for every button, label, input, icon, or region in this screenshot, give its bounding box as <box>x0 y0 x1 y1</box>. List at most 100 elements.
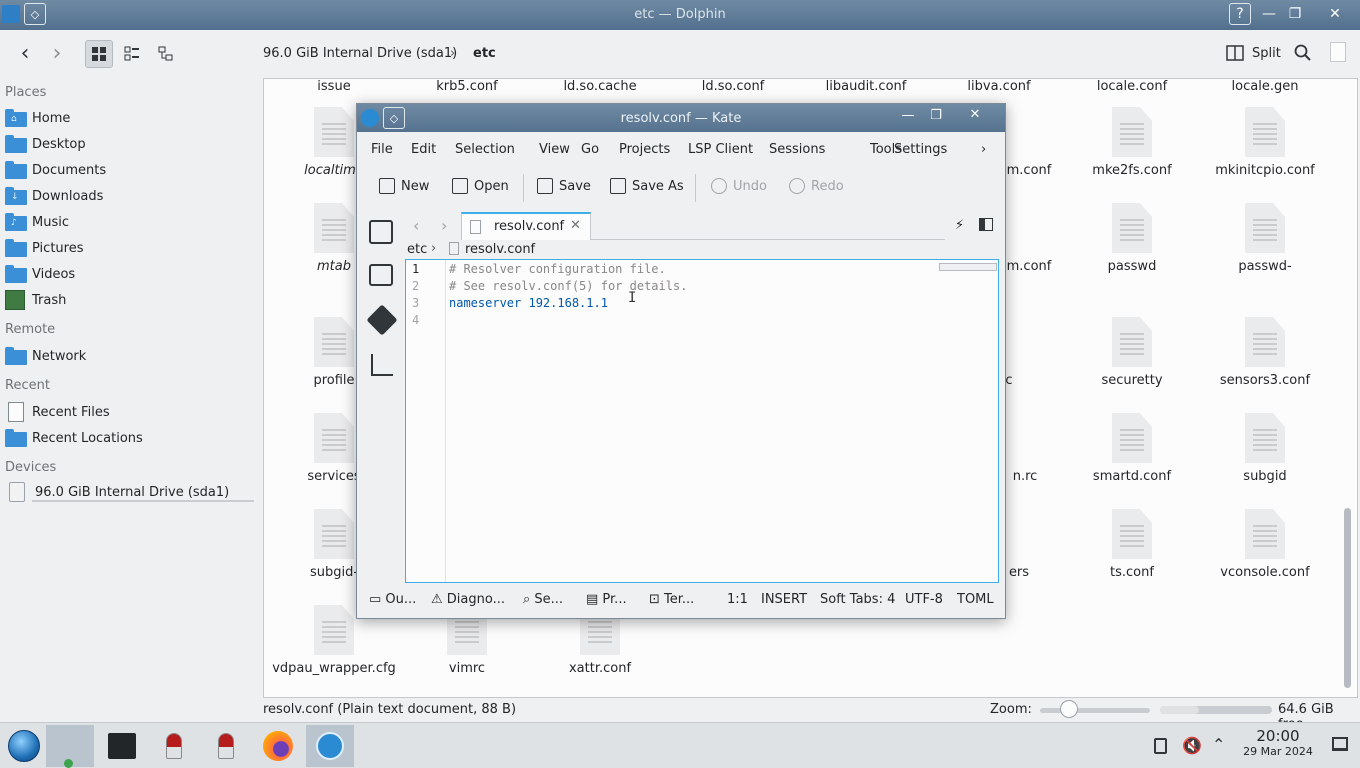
git-sidebar-icon[interactable] <box>366 304 398 336</box>
menu-settings[interactable]: Settings <box>894 142 947 157</box>
split-view-icon[interactable] <box>979 218 993 231</box>
split-button[interactable]: Split <box>1226 44 1281 62</box>
search-button[interactable] <box>1294 44 1312 66</box>
editor-breadcrumb-file[interactable]: resolv.conf <box>465 242 535 257</box>
task-wine-2[interactable] <box>202 725 250 767</box>
projects-tab[interactable]: ▤ Pr... <box>586 592 627 607</box>
file-item[interactable]: ld.so.conf <box>668 79 798 94</box>
file-item[interactable]: vconsole.conf <box>1200 509 1330 580</box>
info-panel-icon[interactable] <box>1330 42 1346 62</box>
breadcrumb-root[interactable]: 96.0 GiB Internal Drive (sda1) <box>263 46 457 61</box>
start-menu-button[interactable] <box>0 725 48 767</box>
menu-file[interactable]: File <box>371 142 393 157</box>
menu-projects[interactable]: Projects <box>619 142 670 157</box>
file-item[interactable]: libva.conf <box>934 79 1064 94</box>
file-item[interactable]: mke2fs.conf <box>1067 107 1197 178</box>
file-item[interactable]: krb5.conf <box>402 79 532 94</box>
tab-resolv-conf[interactable]: resolv.conf ✕ <box>461 212 591 240</box>
zoom-slider-track[interactable] <box>1040 708 1150 713</box>
menu-go[interactable]: Go <box>581 142 599 157</box>
task-wine-1[interactable] <box>150 725 198 767</box>
code-line[interactable]: # Resolver configuration file. <box>449 262 666 276</box>
cursor-position[interactable]: 1:1 <box>727 592 748 607</box>
file-item[interactable]: ts.conf <box>1067 509 1197 580</box>
place-network[interactable]: Network <box>5 344 255 368</box>
tab-next-icon[interactable]: › <box>441 216 447 235</box>
editor-breadcrumb-dir[interactable]: etc <box>407 242 427 257</box>
tab-close-icon[interactable]: ✕ <box>570 218 581 233</box>
show-desktop-icon[interactable] <box>1332 737 1348 751</box>
code-line[interactable]: # See resolv.conf(5) for details. <box>449 279 687 293</box>
file-item[interactable]: locale.gen <box>1200 79 1330 94</box>
back-button[interactable]: ‹ <box>12 40 38 66</box>
tab-prev-icon[interactable]: ‹ <box>413 216 419 235</box>
menu-sessions[interactable]: Sessions <box>769 142 825 157</box>
file-item[interactable]: sensors3.conf <box>1200 317 1330 388</box>
breadcrumb-current[interactable]: etc <box>473 46 496 61</box>
quick-open-icon[interactable]: ⚡ <box>955 218 964 233</box>
file-item[interactable]: issue <box>269 79 399 94</box>
place-pictures[interactable]: Pictures <box>5 236 255 260</box>
menu-edit[interactable]: Edit <box>411 142 436 157</box>
place-recent-locations[interactable]: Recent Locations <box>5 426 255 450</box>
input-mode[interactable]: INSERT <box>761 592 807 607</box>
save-button[interactable]: Save <box>537 178 591 194</box>
file-item[interactable]: mkinitcpio.conf <box>1200 107 1330 178</box>
file-item[interactable]: subgid <box>1200 413 1330 484</box>
place-downloads[interactable]: ↓ Downloads <box>5 184 255 208</box>
indentation-setting[interactable]: Soft Tabs: 4 <box>820 592 895 607</box>
help-icon[interactable]: ? <box>1229 3 1251 25</box>
clock[interactable]: 20:00 29 Mar 2024 <box>1240 727 1316 758</box>
file-item[interactable]: ld.so.cache <box>535 79 665 94</box>
place-trash[interactable]: Trash <box>5 288 255 312</box>
task-firefox[interactable] <box>254 725 302 767</box>
icons-view-button[interactable] <box>85 40 113 68</box>
file-item[interactable]: passwd <box>1067 203 1197 274</box>
file-item[interactable]: passwd- <box>1200 203 1330 274</box>
terminal-tab[interactable]: ⊡ Ter... <box>649 592 694 607</box>
place-videos[interactable]: Videos <box>5 262 255 286</box>
tray-expand-icon[interactable]: ⌃ <box>1212 735 1225 754</box>
file-view-scrollbar[interactable] <box>1344 508 1351 688</box>
syntax-mode[interactable]: TOML <box>957 592 994 607</box>
undo-button[interactable]: Undo <box>711 178 767 194</box>
file-item[interactable]: locale.conf <box>1067 79 1197 94</box>
symbols-sidebar-icon[interactable] <box>369 264 393 286</box>
details-view-button[interactable] <box>152 40 180 68</box>
menu-lsp-client[interactable]: LSP Client <box>688 142 753 157</box>
menu-overflow-icon[interactable]: › <box>981 142 986 157</box>
open-button[interactable]: Open <box>452 178 509 194</box>
code-line[interactable]: nameserver 192.168.1.1 <box>449 296 608 310</box>
show-desktop-button[interactable] <box>46 725 94 768</box>
menu-selection[interactable]: Selection <box>455 142 515 157</box>
minimap[interactable] <box>939 263 997 271</box>
file-item[interactable]: securetty <box>1067 317 1197 388</box>
zoom-slider-handle[interactable] <box>1060 700 1078 718</box>
output-tab[interactable]: ▭ Ou... <box>369 592 416 607</box>
volume-muted-icon[interactable]: 🔇 <box>1182 736 1202 755</box>
kate-maximize-icon[interactable]: ❐ <box>925 108 947 128</box>
kate-close-icon[interactable]: ✕ <box>955 107 995 127</box>
encoding[interactable]: UTF-8 <box>905 592 943 607</box>
projects-sidebar-icon[interactable] <box>371 354 393 376</box>
place-desktop[interactable]: Desktop <box>5 132 255 156</box>
menu-view[interactable]: View <box>539 142 570 157</box>
diagnostics-tab[interactable]: ⚠ Diagno... <box>431 592 505 607</box>
clipboard-icon[interactable] <box>1154 738 1167 754</box>
place-music[interactable]: ♪ Music <box>5 210 255 234</box>
place-documents[interactable]: Documents <box>5 158 255 182</box>
maximize-icon[interactable]: ❐ <box>1284 3 1306 25</box>
place-home[interactable]: ⌂ Home <box>5 106 255 130</box>
file-item[interactable]: smartd.conf <box>1067 413 1197 484</box>
documents-sidebar-icon[interactable] <box>369 220 393 244</box>
file-item[interactable]: libaudit.conf <box>801 79 931 94</box>
task-terminal[interactable] <box>98 725 146 767</box>
task-kate[interactable] <box>306 725 354 767</box>
new-button[interactable]: New <box>379 178 429 194</box>
place-recent-files[interactable]: Recent Files <box>5 400 255 424</box>
compact-view-button[interactable] <box>118 40 146 68</box>
minimize-icon[interactable]: — <box>1258 3 1280 25</box>
search-tab[interactable]: ⌕ Se... <box>523 592 563 607</box>
forward-button[interactable]: › <box>44 40 70 66</box>
close-icon[interactable]: ✕ <box>1324 3 1346 25</box>
